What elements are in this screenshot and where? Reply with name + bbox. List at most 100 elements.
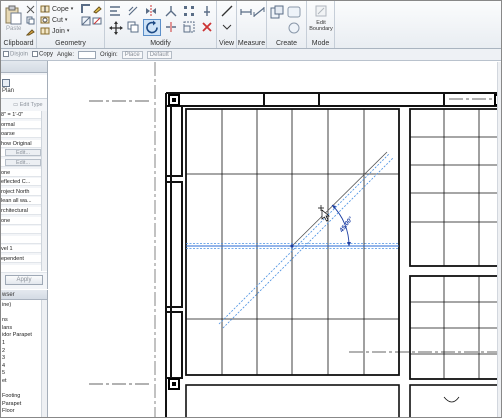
angle-arc-arrow-end <box>347 242 351 246</box>
wall-joins-icon[interactable] <box>81 4 91 14</box>
revit-window: Paste Clipboard Cope ▾ Cut ▾ Join ▾ Geom… <box>0 0 502 418</box>
cope-button[interactable]: Cope ▾ <box>40 4 73 14</box>
walls <box>165 92 501 417</box>
angle-input[interactable] <box>78 50 97 59</box>
geometry-label: Geometry <box>55 40 86 47</box>
chevron-down-icon: ▾ <box>66 28 70 34</box>
bottom-segment-detail <box>443 396 460 403</box>
browser-tree-item[interactable]: 1 <box>2 340 5 346</box>
mode-panel: Edit Boundary Mode <box>307 1 335 48</box>
cope-label: Cope <box>52 5 69 13</box>
project-browser: wser ine) ns lans idor Parapet 1 2 3 4 5 et Footin… <box>1 290 48 417</box>
browser-tree-item[interactable]: et <box>2 378 7 384</box>
column-marker-bottom-inner <box>172 382 176 386</box>
place-button[interactable]: Place <box>121 50 143 59</box>
geometry-panel: Cope ▾ Cut ▾ Join ▾ Geometry <box>37 1 105 48</box>
curtain-grid-main[interactable] <box>185 108 400 376</box>
browser-tree-item[interactable]: ns <box>2 317 8 323</box>
disjoin-label: Disjoin <box>10 51 29 58</box>
mirror-pick-axis-icon[interactable] <box>145 5 157 17</box>
measure-icon[interactable] <box>240 6 252 18</box>
join-button[interactable]: Join ▾ <box>40 26 69 36</box>
browser-tree-item[interactable]: 5 <box>2 370 5 376</box>
view-dropdown-icon[interactable] <box>221 21 233 33</box>
rotation-preview <box>218 151 394 329</box>
browser-tree-item[interactable]: Footing <box>2 393 20 399</box>
array-icon[interactable] <box>183 5 195 17</box>
disjoin-checkbox[interactable] <box>3 51 9 58</box>
cut-small-icon[interactable] <box>26 5 35 14</box>
delete-icon[interactable] <box>201 21 213 33</box>
canvas-scrollbar[interactable] <box>497 62 501 417</box>
rotated-line-dash-a <box>218 153 390 325</box>
copy-icon[interactable] <box>127 21 139 33</box>
linework-icon[interactable] <box>221 5 233 17</box>
copy-small-icon[interactable] <box>26 16 35 25</box>
create-label: Create <box>275 40 297 47</box>
drawing-canvas[interactable]: 45.00° <box>49 62 501 417</box>
edit-boundary-icon[interactable] <box>314 4 328 18</box>
project-browser-header: wser <box>1 290 47 300</box>
browser-tree-item[interactable]: idor Parapet <box>2 332 32 338</box>
browser-tree-item[interactable]: lans <box>2 325 12 331</box>
clipboard-panel: Paste Clipboard <box>1 1 37 48</box>
floor-plan-drawing <box>89 62 501 417</box>
rotate-icon <box>146 20 158 34</box>
bottom-segment-2 <box>409 384 501 417</box>
wall-segment-top-1 <box>178 92 265 107</box>
edit-type-button[interactable]: ▭ Edit Type <box>13 102 43 108</box>
origin-label: Origin: <box>100 51 118 58</box>
browser-scrollbar[interactable] <box>41 300 47 417</box>
browser-tree-item[interactable]: ine) <box>2 302 11 308</box>
remove-paint-icon[interactable] <box>92 16 102 26</box>
scale-icon[interactable] <box>183 21 195 33</box>
view-label: View <box>218 40 235 47</box>
dimension-icon[interactable] <box>253 6 265 18</box>
edit-property-button[interactable]: Edit... <box>5 159 41 166</box>
curtain-panel-right-upper <box>409 108 501 267</box>
paste-label: Paste <box>6 26 22 32</box>
paint-icon[interactable] <box>92 4 102 14</box>
edit-property-button[interactable]: Edit... <box>5 149 41 157</box>
chevron-down-icon: ▾ <box>64 17 68 23</box>
measure-panel: Measure <box>237 1 267 48</box>
browser-tree-item[interactable]: Floor <box>2 408 15 414</box>
paste-icon[interactable] <box>3 5 23 25</box>
browser-tree-item[interactable]: 2 <box>2 348 5 354</box>
options-bar: Disjoin Copy Angle: Origin: Place Defaul… <box>1 49 501 61</box>
cut-button[interactable]: Cut ▾ <box>40 15 67 25</box>
properties-panel: Plan ▭ Edit Type 8" = 1'-0" ormal oarse how… <box>1 61 48 289</box>
rotate-button[interactable] <box>143 19 161 36</box>
browser-tree-item[interactable]: 3 <box>2 355 5 361</box>
copy-checkbox[interactable] <box>32 51 39 58</box>
copy-option[interactable]: Copy <box>32 51 53 58</box>
properties-scrollbar[interactable] <box>41 111 47 271</box>
floor-plan-icon <box>2 79 10 87</box>
trim-extend-icon[interactable] <box>165 5 177 17</box>
curtain-grid-right-lower <box>409 275 501 380</box>
browser-tree-item[interactable]: Parapet <box>2 401 21 407</box>
create-group-icon[interactable] <box>287 21 301 35</box>
pin-icon[interactable] <box>201 5 213 17</box>
align-icon[interactable] <box>109 5 121 17</box>
create-parts-icon[interactable] <box>287 5 301 19</box>
match-properties-icon[interactable] <box>26 27 35 36</box>
disjoin-option[interactable]: Disjoin <box>3 51 28 58</box>
move-icon[interactable] <box>109 21 123 35</box>
default-button[interactable]: Default <box>146 50 172 59</box>
rotation-center[interactable] <box>290 244 294 248</box>
modify-panel: Modify <box>105 1 217 48</box>
browser-tree-item[interactable]: 4 <box>2 363 5 369</box>
rotation-arm <box>291 151 388 247</box>
type-selector[interactable]: Plan <box>1 75 47 99</box>
apply-button[interactable]: Apply <box>5 275 43 285</box>
split-icon[interactable] <box>165 21 177 33</box>
split-face-icon[interactable] <box>81 16 91 26</box>
measure-label: Measure <box>237 40 266 47</box>
create-assembly-icon[interactable] <box>270 5 284 19</box>
ribbon: Paste Clipboard Cope ▾ Cut ▾ Join ▾ Geom… <box>1 1 501 49</box>
cut-geometry-icon <box>40 16 50 24</box>
offset-icon[interactable] <box>127 5 139 17</box>
edit-boundary-label: Edit Boundary <box>309 20 333 32</box>
join-icon <box>40 27 50 35</box>
